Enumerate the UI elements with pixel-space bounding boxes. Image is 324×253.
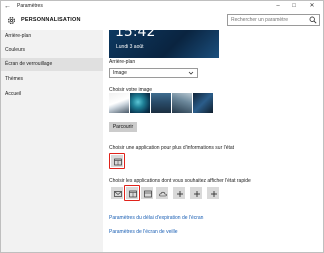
thumbnail-image-2[interactable] (130, 93, 150, 113)
sidebar-item-themes[interactable]: Thèmes (1, 73, 103, 86)
plus-icon (177, 191, 183, 197)
page-title: PERSONNALISATION (21, 17, 81, 23)
sidebar-item-background[interactable]: Arrière-plan (1, 30, 103, 43)
detailed-status-label: Choisir une application pour plus d'info… (109, 145, 235, 151)
screensaver-link[interactable]: Paramètres de l'écran de veille (109, 229, 178, 236)
highlight-quick-status (124, 185, 140, 201)
settings-window: ← Paramètres – □ ✕ PERSONNALISATION Arri… (0, 0, 324, 253)
search-box[interactable] (227, 14, 320, 26)
quick-status-add-button-2[interactable] (190, 187, 202, 199)
thumbnail-image-5[interactable] (193, 93, 213, 113)
title-bar: ← Paramètres – □ ✕ (1, 1, 323, 12)
quick-status-app-button-4[interactable] (156, 187, 168, 199)
browse-button[interactable]: Parcourir (109, 122, 137, 132)
sidebar: Arrière-plan Couleurs Écran de verrouill… (1, 30, 103, 252)
close-icon[interactable]: ✕ (305, 1, 319, 12)
sidebar-item-lock-screen[interactable]: Écran de verrouillage (1, 58, 103, 71)
gear-icon (8, 17, 15, 24)
mail-icon (114, 191, 122, 197)
quick-status-add-button-1[interactable] (173, 187, 185, 199)
main-content: 15:42 Lundi 3 août Arrière-plan Image Ch… (103, 30, 323, 252)
thumbnail-image-4[interactable] (172, 93, 192, 113)
background-dropdown-value: Image (113, 70, 127, 76)
thumbnail-image-3[interactable] (151, 93, 171, 113)
sidebar-item-home[interactable]: Accueil (1, 88, 103, 101)
preview-time: 15:42 (115, 30, 156, 40)
quick-status-label: Choisir les applications dont vous souha… (109, 178, 251, 184)
background-label: Arrière-plan (109, 59, 136, 65)
screen-timeout-link[interactable]: Paramètres du délai d'expiration de l'éc… (109, 215, 203, 222)
back-arrow-icon[interactable]: ← (4, 2, 12, 11)
minimize-icon[interactable]: – (271, 1, 285, 12)
chevron-down-icon (188, 71, 194, 75)
search-icon[interactable] (309, 16, 317, 24)
sidebar-item-colors[interactable]: Couleurs (1, 44, 103, 57)
quick-status-app-button-3[interactable] (141, 187, 153, 199)
page-header: PERSONNALISATION (1, 12, 323, 30)
quick-status-add-button-3[interactable] (207, 187, 219, 199)
cloud-icon (159, 191, 167, 197)
plus-icon (194, 191, 200, 197)
search-input[interactable] (228, 15, 308, 25)
lock-screen-preview: 15:42 Lundi 3 août (109, 30, 219, 58)
plus-icon (211, 191, 217, 197)
app-window-icon (144, 190, 152, 198)
preview-date: Lundi 3 août (116, 44, 144, 50)
thumbnail-image-1[interactable] (109, 93, 129, 113)
quick-status-mail-button[interactable] (111, 187, 123, 199)
background-dropdown[interactable]: Image (109, 68, 198, 78)
window-title: Paramètres (17, 3, 43, 9)
maximize-icon[interactable]: □ (287, 1, 301, 12)
highlight-detailed-status (109, 153, 125, 169)
